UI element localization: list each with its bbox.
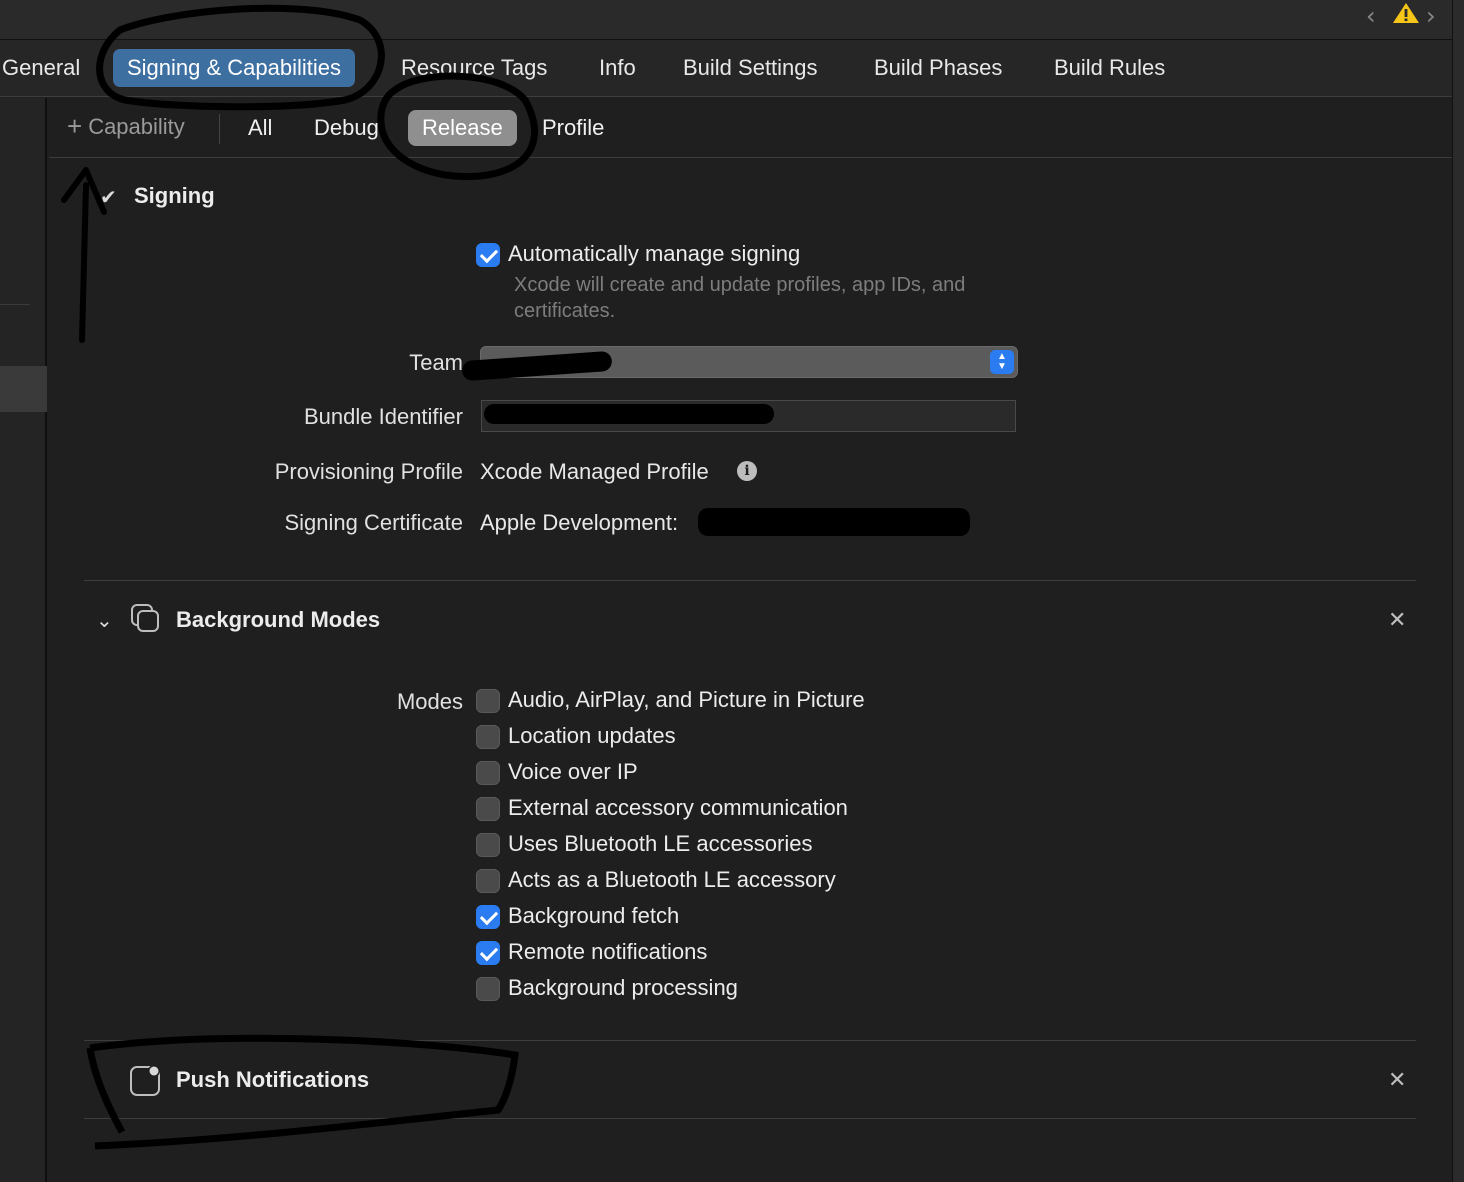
config-all[interactable]: All (234, 110, 286, 146)
push-notifications-title: Push Notifications (176, 1067, 370, 1092)
remove-capability-close-icon[interactable]: ✕ (1388, 607, 1406, 633)
inspector-edge (1452, 0, 1464, 1182)
add-capability-label: Capability (88, 114, 185, 139)
section-divider (84, 1040, 1416, 1041)
info-icon[interactable]: i (737, 461, 757, 481)
popup-stepper-icon: ▲ ▼ (990, 350, 1014, 374)
mode-label: External accessory communication (508, 795, 848, 820)
mode-label: Audio, AirPlay, and Picture in Picture (508, 687, 865, 712)
tab-info[interactable]: Info (585, 49, 650, 87)
auto-manage-signing-hint: Xcode will create and update profiles, a… (514, 274, 966, 322)
warning-triangle-icon[interactable] (1392, 2, 1420, 24)
auto-manage-signing-label: Automatically manage signing (508, 241, 801, 266)
provisioning-profile-label: Provisioning Profile (274, 459, 463, 484)
section-divider (84, 580, 1416, 581)
mode-checkbox[interactable] (476, 941, 500, 965)
capability-config-bar: + Capability All Debug Release Profile (49, 98, 1452, 158)
mode-checkbox[interactable] (476, 797, 500, 821)
tab-signing-capabilities[interactable]: Signing & Capabilities (113, 49, 356, 87)
mode-label: Background processing (508, 975, 738, 1000)
section-divider (84, 1118, 1416, 1119)
auto-manage-signing-checkbox[interactable] (476, 243, 500, 267)
mode-checkbox[interactable] (476, 905, 500, 929)
targets-sidebar (0, 98, 47, 1182)
mode-label: Location updates (508, 723, 676, 748)
annotation-overlay (61, 4, 538, 1150)
mode-checkbox[interactable] (476, 689, 500, 713)
redaction-mark (484, 404, 774, 424)
config-profile[interactable]: Profile (528, 110, 618, 146)
mode-label: Acts as a Bluetooth LE accessory (508, 867, 836, 892)
mode-checkbox[interactable] (476, 725, 500, 749)
tab-resource-tags[interactable]: Resource Tags (387, 49, 561, 87)
editor-tab-bar: General Signing & Capabilities Resource … (0, 40, 1452, 97)
chevron-down-icon[interactable]: ✔ (100, 185, 117, 210)
signing-section-title: Signing (134, 183, 215, 208)
sidebar-selected-target[interactable] (0, 366, 47, 412)
chevron-down-icon[interactable]: ⌄ (96, 608, 113, 633)
signing-certificate-value: Apple Development: (480, 510, 679, 535)
tab-general[interactable]: General (0, 49, 94, 87)
mode-checkbox[interactable] (476, 869, 500, 893)
mode-label: Remote notifications (508, 939, 708, 964)
mode-label: Uses Bluetooth LE accessories (508, 831, 813, 856)
sidebar-divider (0, 304, 30, 305)
mode-checkbox[interactable] (476, 833, 500, 857)
add-capability-button[interactable]: + Capability (67, 110, 185, 141)
bundle-identifier-label: Bundle Identifier (304, 404, 463, 429)
team-label: Team (409, 350, 463, 375)
modes-label: Modes (396, 689, 463, 714)
provisioning-profile-value: Xcode Managed Profile (480, 459, 709, 484)
signing-certificate-label: Signing Certificate (284, 510, 463, 535)
mode-label: Voice over IP (508, 759, 638, 784)
background-modes-title: Background Modes (176, 607, 381, 632)
plus-icon: + (67, 111, 83, 141)
tab-build-phases[interactable]: Build Phases (860, 49, 1016, 87)
chevron-right-icon[interactable]: › (1426, 2, 1436, 30)
window-top-strip: ‹ › (0, 0, 1464, 40)
subbar-separator (219, 114, 220, 144)
config-debug[interactable]: Debug (300, 110, 393, 146)
background-modes-icon (131, 604, 159, 632)
mode-checkbox[interactable] (476, 977, 500, 1001)
mode-checkbox[interactable] (476, 761, 500, 785)
tab-build-rules[interactable]: Build Rules (1040, 49, 1179, 87)
mode-label: Background fetch (508, 903, 680, 928)
remove-capability-close-icon[interactable]: ✕ (1388, 1067, 1406, 1093)
push-notifications-icon (130, 1065, 160, 1096)
config-release[interactable]: Release (408, 110, 517, 146)
chevron-left-icon[interactable]: ‹ (1366, 2, 1376, 30)
redaction-mark (698, 508, 970, 536)
tab-build-settings[interactable]: Build Settings (669, 49, 832, 87)
